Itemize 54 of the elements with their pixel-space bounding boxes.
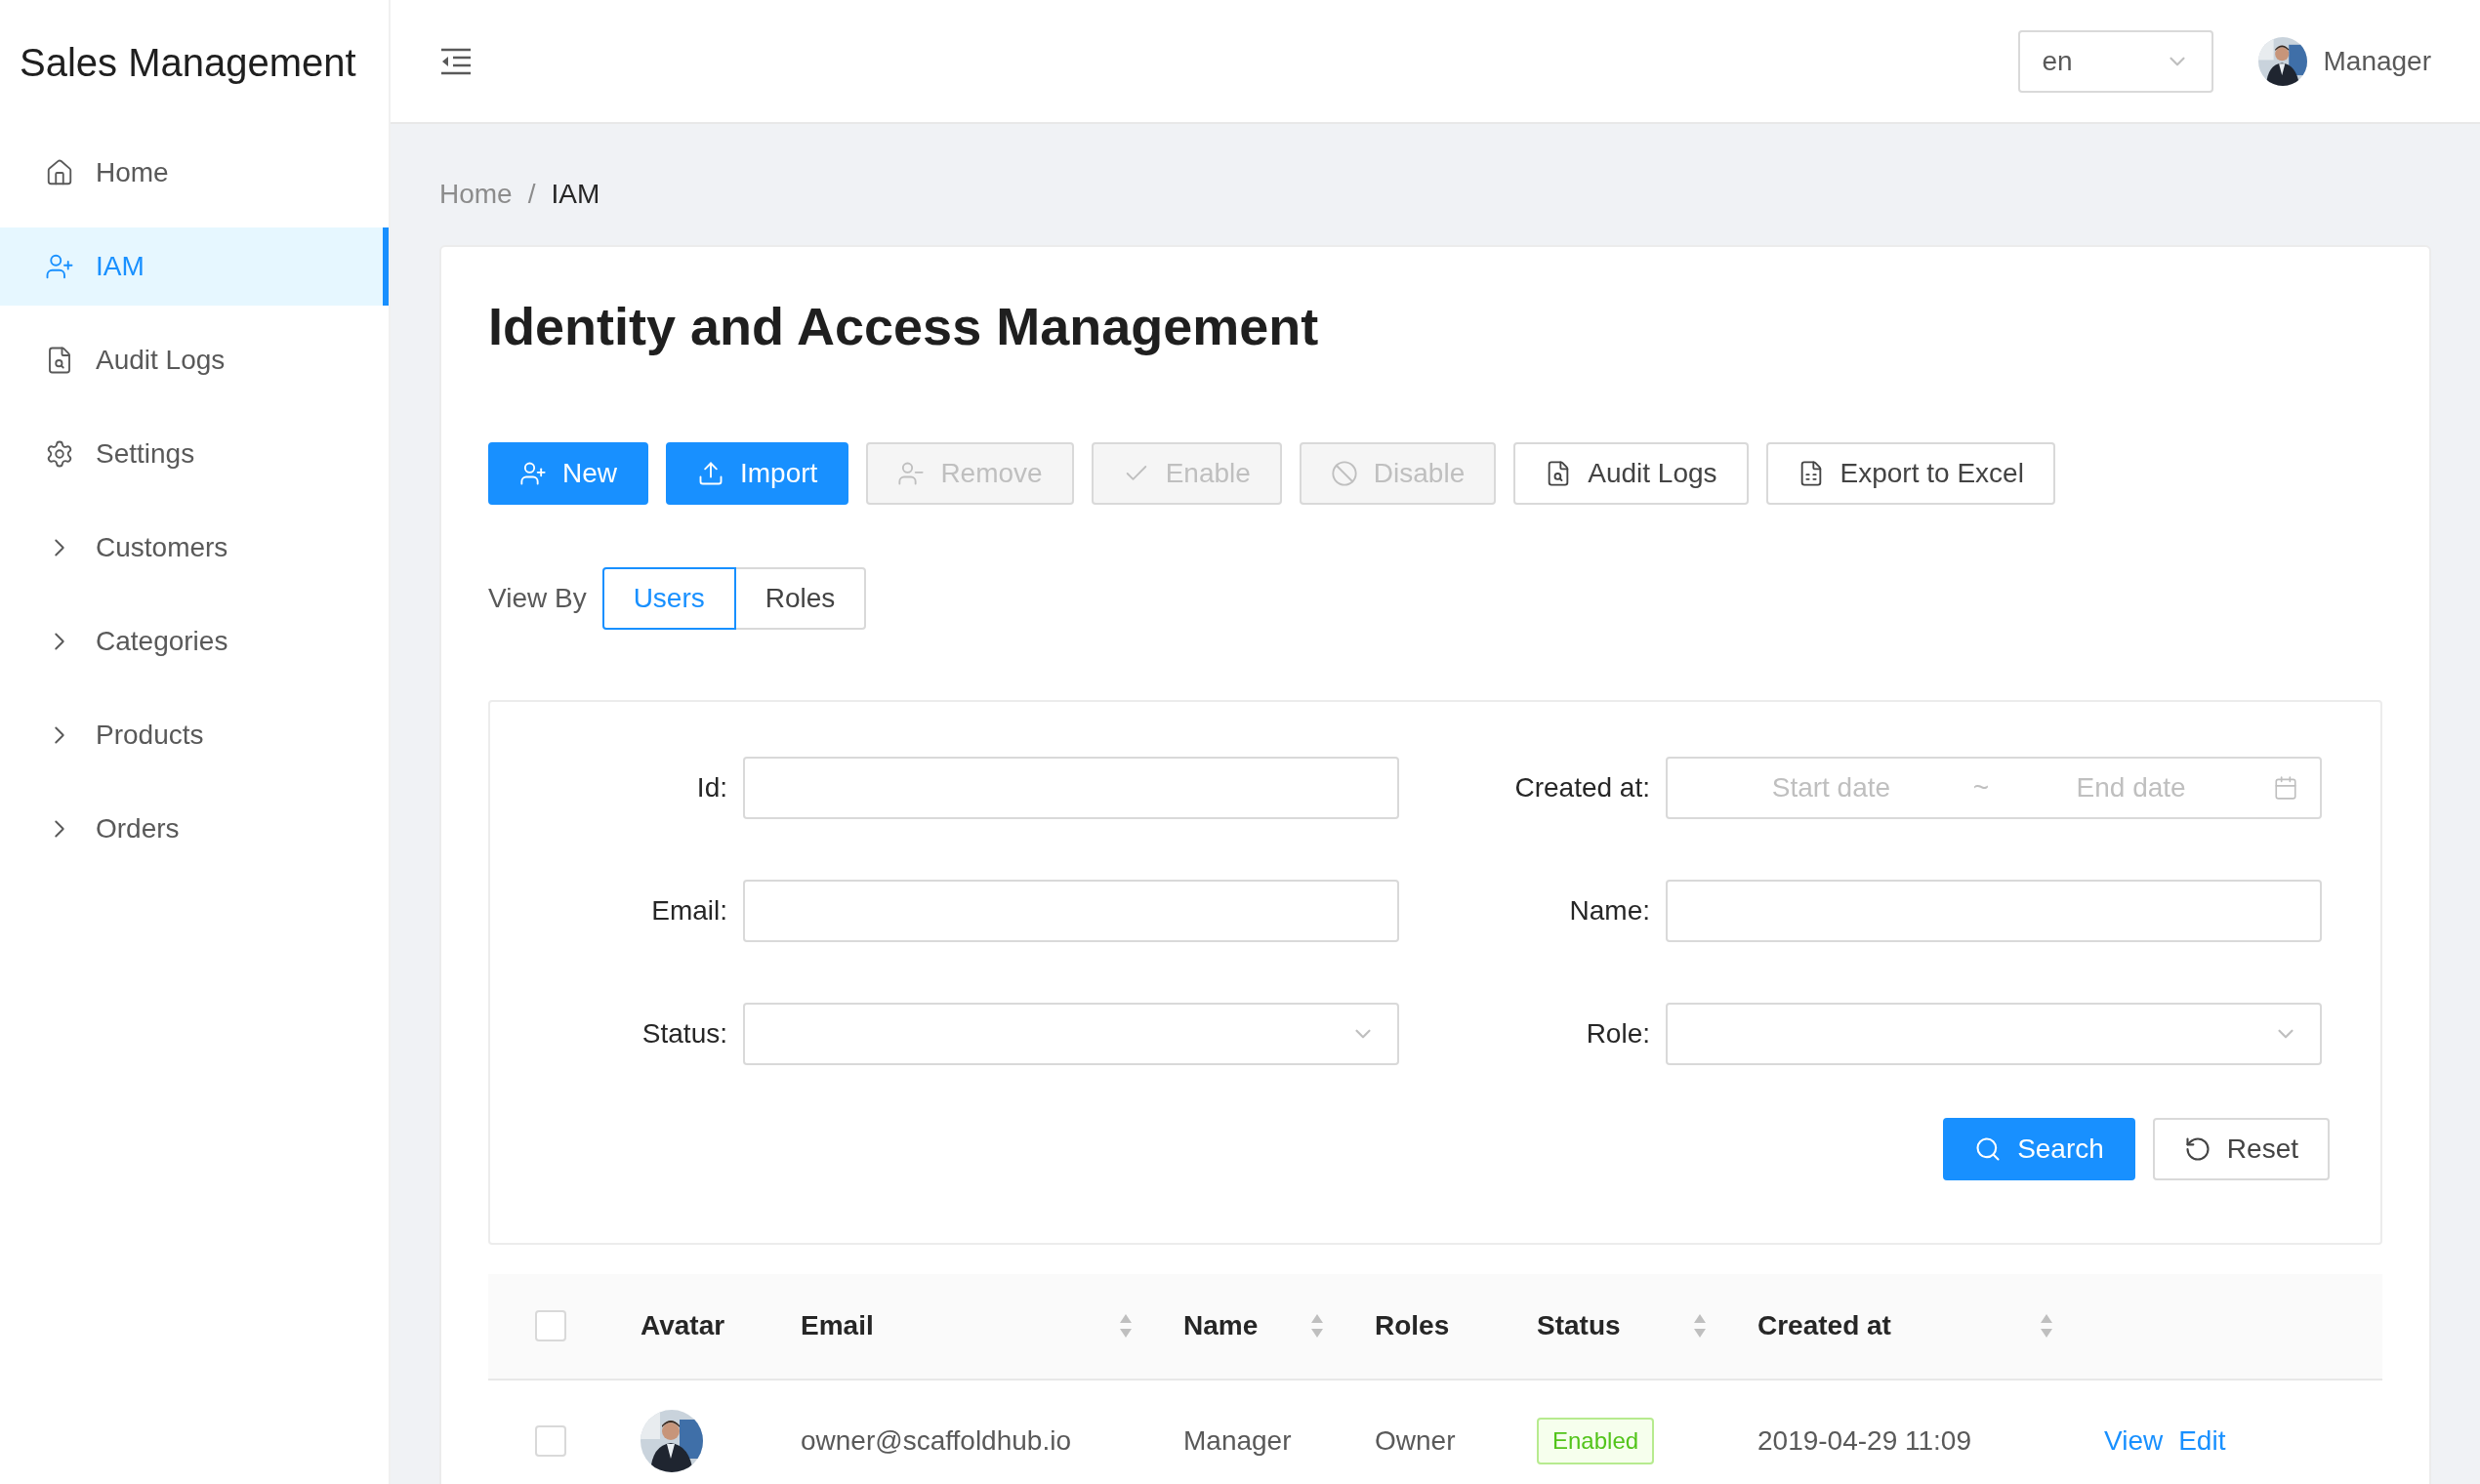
field-label: Created at:	[1514, 770, 1650, 804]
view-toggle[interactable]: Roles	[733, 566, 867, 630]
toolbar-button[interactable]: Export to Excel	[1765, 441, 2055, 505]
column-header[interactable]: Status	[1537, 1305, 1621, 1347]
sidebar-item[interactable]: Home	[0, 134, 389, 212]
sidebar-item[interactable]: Audit Logs	[0, 321, 389, 399]
input-field[interactable]	[743, 879, 1399, 942]
column-header: Avatar	[641, 1309, 725, 1343]
table-cell: 2019-04-29 11:09	[1757, 1424, 1971, 1456]
home-icon	[45, 158, 74, 187]
page-title: Identity and Access Management	[488, 296, 1320, 357]
sort-icon[interactable]	[1119, 1313, 1133, 1340]
sidebar-item[interactable]: Customers	[0, 509, 389, 587]
toolbar-button[interactable]: Audit Logs	[1513, 441, 1749, 505]
input-field[interactable]	[743, 756, 1399, 819]
column-header[interactable]: Email	[801, 1305, 874, 1347]
gear-icon	[45, 439, 74, 469]
breadcrumb-separator: /	[527, 178, 536, 211]
ban-icon	[1330, 459, 1358, 487]
sort-icon[interactable]	[1310, 1313, 1324, 1340]
field-label: Id:	[696, 770, 727, 804]
field-label: Role:	[1586, 1016, 1650, 1051]
select-field[interactable]	[743, 1002, 1399, 1065]
sidebar-item[interactable]: Categories	[0, 602, 389, 680]
select-field[interactable]	[1666, 1002, 2322, 1065]
breadcrumb-item: IAM	[551, 178, 600, 211]
column-header[interactable]: Name	[1183, 1305, 1259, 1347]
user-name[interactable]: Manager	[2323, 40, 2431, 82]
sidebar-item[interactable]: Orders	[0, 790, 389, 868]
sort-icon[interactable]	[2040, 1313, 2053, 1340]
menu-fold-icon[interactable]	[439, 46, 473, 76]
language-select[interactable]: en	[2018, 29, 2214, 93]
field-label: Email:	[651, 893, 727, 928]
user-icon	[45, 252, 74, 281]
column-header: Roles	[1375, 1309, 1450, 1343]
column-header[interactable]: Created at	[1757, 1305, 1891, 1347]
sidebar-item[interactable]: Settings	[0, 415, 389, 493]
table-cell: Manager	[1183, 1424, 1292, 1456]
sort-icon[interactable]	[1693, 1313, 1707, 1340]
field-label: Name:	[1569, 893, 1650, 928]
view-by-label: View By	[488, 581, 587, 615]
calendar-icon	[2273, 774, 2298, 801]
checkbox[interactable]	[535, 1424, 566, 1457]
input-field[interactable]	[1666, 879, 2322, 942]
search-icon	[1974, 1134, 2003, 1163]
checkbox[interactable]	[535, 1310, 566, 1342]
field-label: Status:	[641, 1016, 727, 1051]
table-cell: owner@scaffoldhub.io	[801, 1424, 1071, 1456]
sidebar-item[interactable]: Products	[0, 696, 389, 774]
table-cell: Owner	[1375, 1424, 1456, 1456]
app-title: Sales Management	[20, 39, 356, 86]
reset-icon	[2183, 1134, 2211, 1163]
reset-button[interactable]: Reset	[2152, 1117, 2330, 1180]
status-tag: Enabled	[1537, 1417, 1655, 1464]
